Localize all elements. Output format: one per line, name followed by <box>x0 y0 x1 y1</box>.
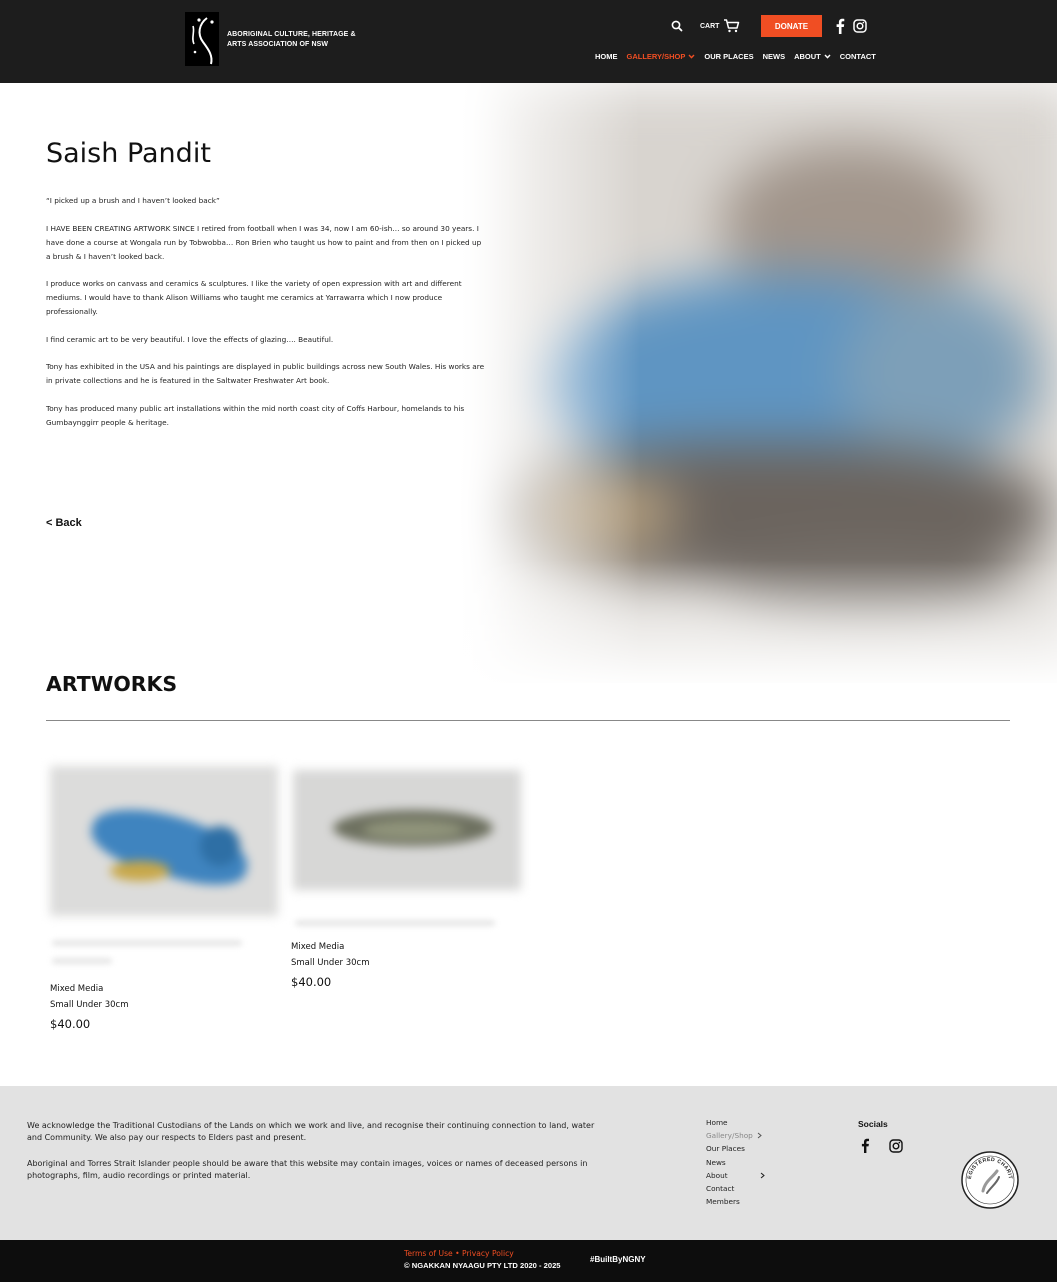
bio-paragraph: Tony has produced many public art instal… <box>46 403 465 427</box>
footer-link-news[interactable]: News <box>706 1156 767 1169</box>
search-icon[interactable] <box>670 19 684 33</box>
chevron-down-icon <box>688 54 695 59</box>
chevron-right-icon <box>757 1132 762 1139</box>
artwork-title-blurred <box>52 958 112 964</box>
artwork-medium: Mixed Media <box>50 984 104 994</box>
built-by-link[interactable]: #BuiltByNGNY <box>590 1255 646 1264</box>
bottom-bar: Terms of Use • Privacy Policy © NGAKKAN … <box>0 1240 1057 1282</box>
artwork-size: Small Under 30cm <box>291 958 370 968</box>
cultural-warning-text: Aboriginal and Torres Strait Islander pe… <box>27 1159 588 1180</box>
chevron-right-icon <box>760 1172 765 1179</box>
copyright-text: © NGAKKAN NYAAGU PTY LTD 2020 - 2025 <box>404 1261 561 1270</box>
nav-news[interactable]: NEWS <box>763 52 786 61</box>
legal-separator: • <box>455 1249 460 1258</box>
cart-link[interactable]: CART <box>700 18 740 34</box>
artwork-card[interactable]: Mixed Media Small Under 30cm $40.00 <box>287 760 523 1000</box>
site-logo[interactable] <box>185 12 219 66</box>
acknowledgement-text: We acknowledge the Traditional Custodian… <box>27 1121 595 1142</box>
cart-icon <box>724 19 740 33</box>
footer-link-home[interactable]: Home <box>706 1116 767 1129</box>
footer-link-gallery-shop[interactable]: Gallery/Shop <box>706 1129 767 1142</box>
chevron-down-icon <box>824 54 831 59</box>
artworks-divider <box>46 720 1010 721</box>
logo-emblem-icon <box>192 17 214 65</box>
legal-links: Terms of Use • Privacy Policy <box>404 1249 514 1258</box>
footer-link-about[interactable]: About <box>706 1169 767 1182</box>
nav-our-places[interactable]: OUR PLACES <box>704 52 753 61</box>
facebook-icon[interactable] <box>860 1138 870 1153</box>
nav-about[interactable]: ABOUT <box>794 52 831 61</box>
terms-link[interactable]: Terms of Use <box>404 1249 453 1258</box>
artwork-size: Small Under 30cm <box>50 1000 129 1010</box>
privacy-link[interactable]: Privacy Policy <box>462 1249 514 1258</box>
artwork-title-blurred <box>295 920 495 926</box>
hero-fade-overlay <box>420 560 1057 690</box>
artworks-heading: ARTWORKS <box>46 672 178 696</box>
facebook-icon[interactable] <box>834 18 846 34</box>
artwork-medium: Mixed Media <box>291 942 345 952</box>
nav-gallery-shop[interactable]: GALLERY/SHOP <box>627 52 696 61</box>
artwork-card[interactable]: Mixed Media Small Under 30cm $40.00 <box>46 760 282 1040</box>
nav-contact[interactable]: CONTACT <box>840 52 876 61</box>
cart-label: CART <box>700 22 720 30</box>
org-name[interactable]: ABORIGINAL CULTURE, HERITAGE & ARTS ASSO… <box>227 30 367 50</box>
site-header: ABORIGINAL CULTURE, HERITAGE & ARTS ASSO… <box>0 0 1057 83</box>
footer-link-our-places[interactable]: Our Places <box>706 1142 767 1155</box>
socials-heading: Socials <box>858 1119 888 1129</box>
instagram-icon[interactable] <box>853 19 867 33</box>
site-footer: We acknowledge the Traditional Custodian… <box>0 1086 1057 1240</box>
artist-bio: “I picked up a brush and I haven’t looke… <box>46 194 486 443</box>
footer-link-members[interactable]: Members <box>706 1195 767 1208</box>
artwork-image[interactable] <box>50 766 278 916</box>
artwork-title-blurred <box>52 940 242 946</box>
donate-button[interactable]: DONATE <box>761 15 822 37</box>
main-nav: HOME GALLERY/SHOP OUR PLACES NEWS ABOUT … <box>595 50 885 62</box>
footer-nav: Home Gallery/Shop Our Places News About … <box>706 1116 767 1208</box>
instagram-icon[interactable] <box>889 1139 903 1153</box>
artist-name: Saish Pandit <box>46 138 211 169</box>
acknowledgement: We acknowledge the Traditional Custodian… <box>27 1120 607 1196</box>
bio-paragraph: I HAVE BEEN CREATING ARTWORK SINCE I ret… <box>46 223 482 261</box>
bio-paragraph: “I picked up a brush and I haven’t looke… <box>46 196 220 205</box>
footer-link-contact[interactable]: Contact <box>706 1182 767 1195</box>
artwork-price: $40.00 <box>50 1017 91 1031</box>
artwork-image[interactable] <box>293 770 521 890</box>
bio-paragraph: I produce works on canvass and ceramics … <box>46 279 462 316</box>
bio-paragraph: I find ceramic art to be very beautiful.… <box>46 334 334 344</box>
nav-home[interactable]: HOME <box>595 52 618 61</box>
bio-paragraph: Tony has exhibited in the USA and his pa… <box>46 362 485 385</box>
registered-charity-badge[interactable]: REGISTERED CHARITY <box>961 1151 1019 1209</box>
artwork-price: $40.00 <box>291 975 332 989</box>
back-link[interactable]: < Back <box>46 517 82 529</box>
